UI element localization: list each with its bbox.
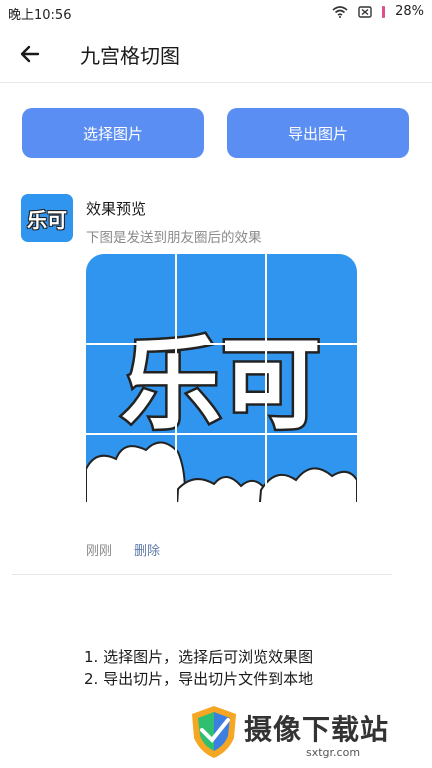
status-icons: 28% [332, 4, 424, 19]
avatar-logo-text: 乐可 [27, 207, 67, 232]
nine-grid-preview-image: 乐可 [86, 254, 357, 525]
grid-line [175, 254, 177, 525]
page-title: 九宫格切图 [80, 44, 180, 68]
preview-title: 效果预览 [86, 200, 147, 218]
status-bar: 晚上10:56 28% [0, 0, 432, 26]
watermark: 摄像下载站 sxtgr.com [186, 702, 426, 762]
status-time: 晚上10:56 [8, 8, 72, 23]
delete-link[interactable]: 删除 [134, 540, 160, 559]
watermark-brand: 摄像下载站 [244, 713, 390, 746]
app-bar: 九宫格切图 [0, 26, 432, 83]
divider [12, 574, 392, 575]
preview-subtitle: 下图是发送到朋友圈后的效果 [86, 230, 262, 246]
shield-logo-icon [192, 706, 236, 758]
instruction-line-2: 2. 导出切片，导出切片文件到本地 [84, 670, 314, 688]
wifi-icon [332, 5, 348, 18]
battery-icon [382, 5, 386, 18]
instruction-line-1: 1. 选择图片，选择后可浏览效果图 [84, 648, 314, 666]
grid-line [86, 343, 357, 345]
grid-line [265, 254, 267, 525]
select-image-button[interactable]: 选择图片 [22, 108, 204, 158]
watermark-url: sxtgr.com [306, 746, 361, 759]
logo-image: 乐可 [86, 254, 357, 525]
post-timestamp: 刚刚 [86, 544, 113, 559]
export-image-button[interactable]: 导出图片 [227, 108, 409, 158]
grid-line [86, 433, 357, 435]
battery-percent: 28% [395, 4, 424, 19]
instructions: 1. 选择图片，选择后可浏览效果图 2. 导出切片，导出切片文件到本地 [84, 646, 313, 690]
back-button[interactable] [14, 38, 46, 70]
avatar: 乐可 [21, 194, 73, 242]
no-sim-icon [358, 5, 372, 18]
back-arrow-icon [20, 45, 40, 63]
